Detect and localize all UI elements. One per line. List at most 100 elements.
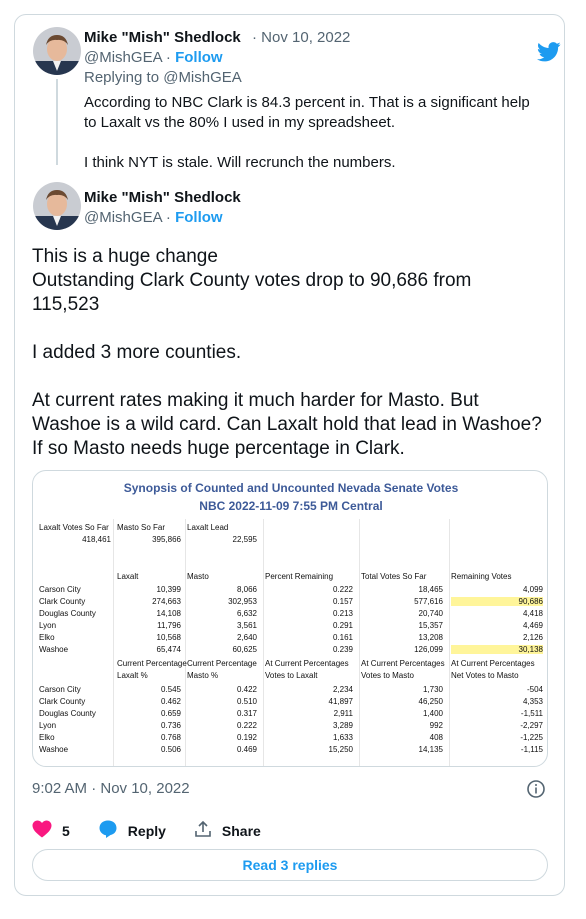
like-count: 5	[62, 822, 70, 839]
table-cell: 0.469	[236, 745, 257, 754]
summary-value: 418,461	[82, 535, 111, 544]
table-cell: 6,632	[236, 609, 257, 618]
table-cell: 577,616	[414, 597, 443, 606]
table-cell: 13,208	[418, 633, 443, 642]
table-cell: 0.222	[236, 721, 257, 730]
table-cell: 4,418	[522, 609, 543, 618]
table-header: Votes to Laxalt	[265, 671, 318, 680]
table-cell: 0.192	[236, 733, 257, 742]
parent-tweet-text: According to NBC Clark is 84.3 percent i…	[84, 93, 544, 193]
tweet-date[interactable]: · Nov 10, 2022	[252, 29, 350, 46]
row-label: Clark County	[39, 697, 86, 706]
main-text-p2: I added 3 more counties.	[32, 342, 242, 363]
table-header: Remaining Votes	[451, 572, 512, 581]
follow-button[interactable]: Follow	[175, 49, 223, 66]
table-cell: 2,640	[236, 633, 257, 642]
table-cell: 0.736	[160, 721, 181, 730]
row-label: Elko	[39, 633, 55, 642]
table-cell: 30,138	[451, 645, 543, 654]
table-cell: 3,289	[332, 721, 353, 730]
parent-text-p2: I think NYT is stale. Will recrunch the …	[84, 154, 396, 171]
table-cell: 14,108	[156, 609, 181, 618]
table-cell: 1,730	[422, 685, 443, 694]
table-cell: 274,663	[152, 597, 181, 606]
table-cell: 0.239	[332, 645, 353, 654]
table-cell: 302,953	[228, 597, 257, 606]
table-cell: 0.506	[160, 745, 181, 754]
handle-text[interactable]: @MishGEA	[84, 209, 162, 226]
main-text-p3: At current rates making it much harder f…	[32, 390, 542, 459]
table-header: Current Percentage	[117, 659, 187, 668]
table-cell: 1,633	[332, 733, 353, 742]
table-cell: 0.317	[236, 709, 257, 718]
table-header: Masto %	[187, 671, 219, 680]
table-cell: 0.213	[332, 609, 353, 618]
table-cell: 20,740	[418, 609, 443, 618]
main-text-line1: This is a huge change	[32, 246, 218, 267]
table-cell: 14,135	[418, 745, 443, 754]
table-cell: 10,568	[156, 633, 181, 642]
reply-button[interactable]: Reply	[98, 819, 166, 842]
table-header: Percent Remaining	[265, 572, 334, 581]
sheet-title: Synopsis of Counted and Uncounted Nevada…	[123, 481, 459, 495]
table-cell: 4,099	[522, 585, 543, 594]
replying-to[interactable]: Replying to @MishGEA	[84, 69, 242, 86]
author-handle: @MishGEA · Follow	[84, 49, 223, 66]
tweet-card: Mike "Mish" Shedlock · Nov 10, 2022 @Mis…	[14, 14, 565, 896]
main-text-line2: Outstanding Clark County votes drop to 9…	[32, 270, 472, 315]
table-cell: 0.161	[332, 633, 353, 642]
table-cell: 126,099	[414, 645, 443, 654]
avatar[interactable]	[33, 27, 81, 75]
table-cell: 8,066	[236, 585, 257, 594]
table-cell: 60,625	[232, 645, 257, 654]
table-header: Votes to Masto	[361, 671, 414, 680]
table-cell: 408	[429, 733, 443, 742]
row-label: Washoe	[39, 745, 69, 754]
author-name[interactable]: Mike "Mish" Shedlock	[84, 189, 241, 206]
follow-button[interactable]: Follow	[175, 209, 223, 226]
parent-text-p1: According to NBC Clark is 84.3 percent i…	[84, 94, 530, 131]
row-label: Elko	[39, 733, 55, 742]
table-cell: 0.659	[160, 709, 181, 718]
author-handle: @MishGEA · Follow	[84, 209, 223, 226]
row-label: Lyon	[39, 621, 57, 630]
thread-line	[56, 79, 58, 165]
sheet-subtitle: NBC 2022-11-09 7:55 PM Central	[199, 499, 383, 513]
reply-label: Reply	[127, 822, 166, 839]
grid-line	[263, 519, 264, 766]
table-cell: 4,469	[522, 621, 543, 630]
table-header: At Current Percentages	[361, 659, 445, 668]
grid-line	[359, 519, 360, 766]
table-cell: -1,511	[520, 709, 543, 718]
table-cell: 0.222	[332, 585, 353, 594]
like-button[interactable]: 5	[32, 820, 70, 841]
table-cell: -1,225	[520, 733, 543, 742]
table-cell: 2,126	[522, 633, 543, 642]
handle-text[interactable]: @MishGEA	[84, 49, 162, 66]
row-label: Carson City	[39, 585, 81, 594]
sheet-grid: Laxalt Votes So Far Masto So Far Laxalt Le…	[37, 519, 547, 766]
spreadsheet-image[interactable]: Synopsis of Counted and Uncounted Nevada…	[32, 470, 548, 767]
reply-bubble-icon	[98, 819, 118, 842]
heart-icon	[32, 820, 52, 841]
twitter-bird-icon[interactable]	[537, 42, 561, 67]
read-replies-button[interactable]: Read 3 replies	[32, 849, 548, 881]
table-cell: 15,250	[328, 745, 353, 754]
tweet-timestamp[interactable]: 9:02 AM · Nov 10, 2022	[32, 780, 190, 797]
table-cell: -504	[526, 685, 543, 694]
table-cell: 2,911	[333, 709, 353, 718]
table-cell: 0.768	[160, 733, 181, 742]
author-name[interactable]: Mike "Mish" Shedlock	[84, 29, 241, 46]
table-cell: 11,796	[157, 621, 181, 630]
share-label: Share	[221, 822, 261, 839]
info-icon[interactable]	[526, 779, 546, 804]
row-label: Douglas County	[39, 609, 96, 618]
share-button[interactable]: Share	[194, 820, 261, 841]
row-label: Douglas County	[39, 709, 96, 718]
avatar[interactable]	[33, 182, 81, 230]
grid-line	[449, 519, 450, 766]
table-cell: 0.291	[332, 621, 353, 630]
row-label: Lyon	[39, 721, 57, 730]
row-label: Washoe	[39, 645, 69, 654]
table-header: At Current Percentages	[451, 659, 535, 668]
